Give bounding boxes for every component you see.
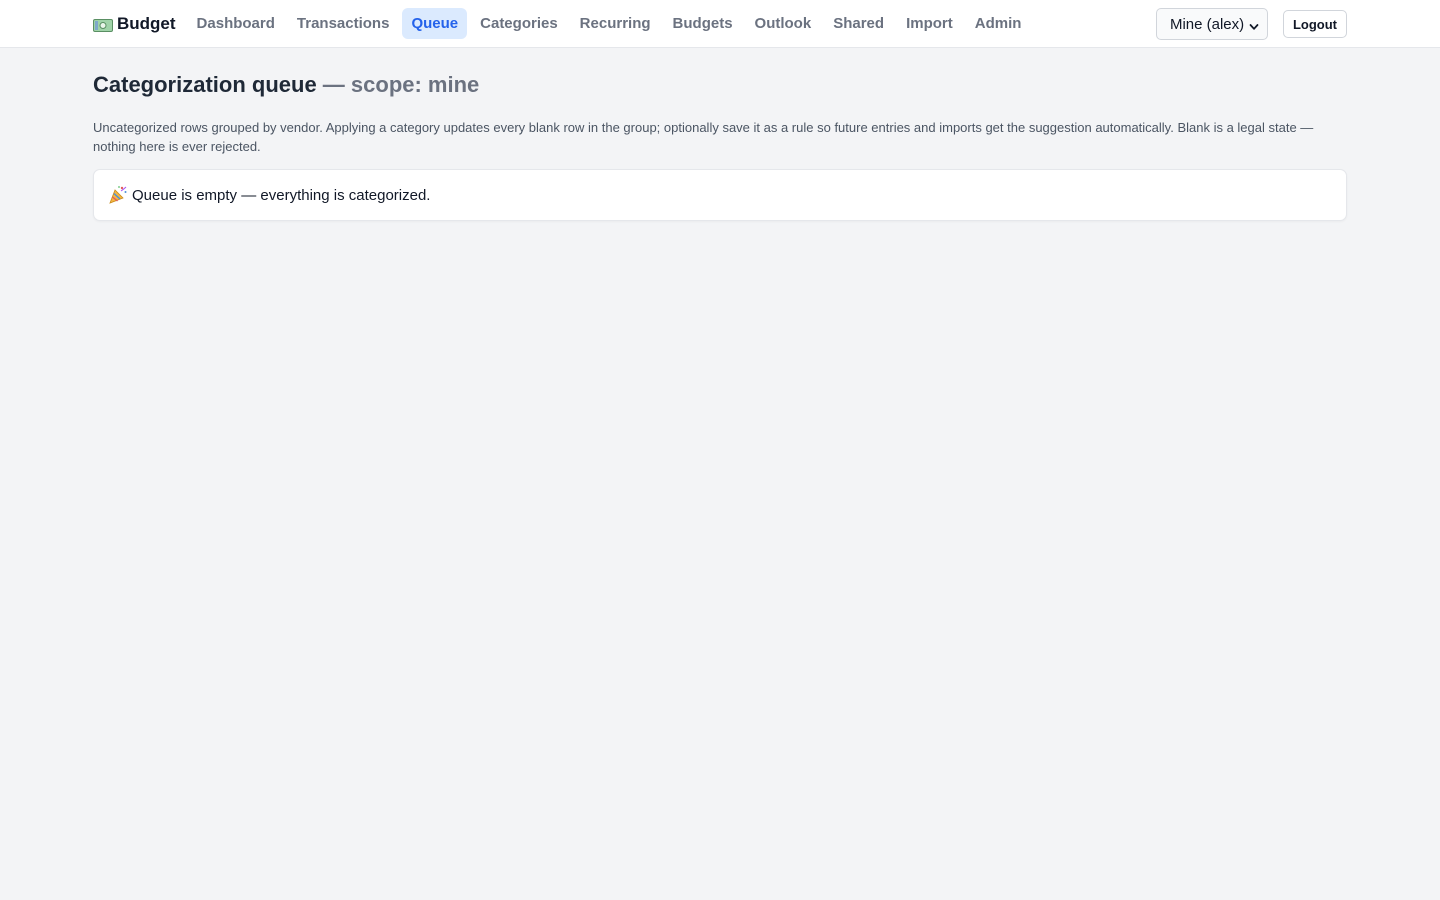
chevron-down-icon bbox=[1249, 19, 1259, 30]
party-popper-icon bbox=[108, 185, 128, 205]
scope-select[interactable]: Mine (alex) bbox=[1155, 8, 1268, 40]
nav-item-shared[interactable]: Shared bbox=[824, 8, 893, 39]
nav-item-categories[interactable]: Categories bbox=[471, 8, 567, 39]
nav-item-import[interactable]: Import bbox=[897, 8, 962, 39]
logout-button[interactable]: Logout bbox=[1282, 10, 1347, 38]
nav-item-queue[interactable]: Queue bbox=[402, 8, 468, 39]
money-icon bbox=[93, 17, 113, 32]
nav-item-outlook[interactable]: Outlook bbox=[746, 8, 821, 39]
empty-queue-card: Queue is empty — everything is categoriz… bbox=[93, 169, 1347, 221]
scope-select-value: Mine (alex) bbox=[1169, 15, 1245, 33]
brand-name: Budget bbox=[117, 13, 176, 33]
main-nav: Dashboard Transactions Queue Categories … bbox=[188, 8, 1031, 39]
nav-item-admin[interactable]: Admin bbox=[966, 8, 1031, 39]
header-controls: Mine (alex) Logout bbox=[1155, 8, 1347, 40]
page-description: Uncategorized rows grouped by vendor. Ap… bbox=[93, 120, 1314, 154]
top-navigation-bar: Budget Dashboard Transactions Queue Cate… bbox=[0, 0, 1440, 48]
page-title-scope: — scope: mine bbox=[316, 72, 480, 97]
nav-item-recurring[interactable]: Recurring bbox=[571, 8, 660, 39]
page-title: Categorization queue — scope: mine bbox=[93, 70, 1347, 100]
page-title-text: Categorization queue bbox=[93, 72, 317, 97]
nav-item-dashboard[interactable]: Dashboard bbox=[188, 8, 284, 39]
main-content: Categorization queue — scope: mine Uncat… bbox=[0, 48, 1440, 221]
nav-item-transactions[interactable]: Transactions bbox=[288, 8, 399, 39]
empty-queue-message: Queue is empty — everything is categoriz… bbox=[132, 186, 431, 204]
nav-item-budgets[interactable]: Budgets bbox=[664, 8, 742, 39]
brand[interactable]: Budget bbox=[93, 14, 176, 34]
